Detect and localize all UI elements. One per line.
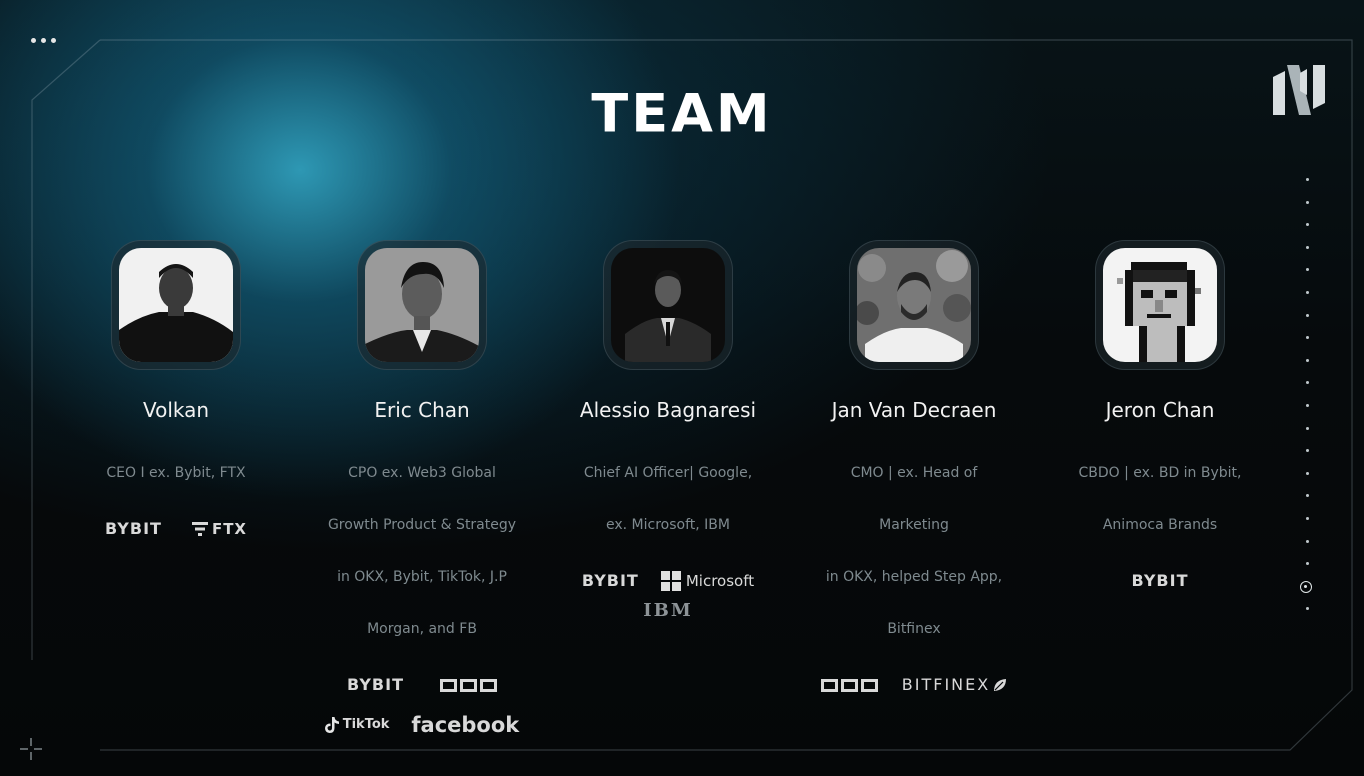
avatar-frame xyxy=(1095,240,1225,370)
avatar-frame xyxy=(357,240,487,370)
page-indicator-dot[interactable] xyxy=(1306,223,1309,227)
page-indicator-dot[interactable] xyxy=(1306,313,1309,317)
company-logos: IBM xyxy=(548,596,788,626)
crosshair-icon xyxy=(20,738,42,760)
page-indicator-dot[interactable] xyxy=(1306,607,1309,611)
member-role: CPO ex. Web3 Global Growth Product & Str… xyxy=(327,465,517,637)
team-member-card: Volkan CEO I ex. Bybit, FTX BYBIT FTX xyxy=(56,240,296,544)
page-indicator-dot[interactable] xyxy=(1306,562,1309,566)
page-indicator-dot[interactable] xyxy=(1306,245,1309,249)
bitfinex-logo: BITFINEX xyxy=(902,670,1007,700)
avatar xyxy=(611,248,725,362)
page-indicator-dot[interactable] xyxy=(1306,381,1309,385)
avatar xyxy=(857,248,971,362)
member-name: Jeron Chan xyxy=(1105,398,1215,422)
page-indicator-dot[interactable] xyxy=(1306,449,1309,453)
company-logos: BITFINEX xyxy=(794,670,1034,700)
bybit-logo: BYBIT xyxy=(1131,571,1189,590)
team-member-card: Jan Van Decraen CMO | ex. Head of Market… xyxy=(794,240,1034,700)
facebook-logo: facebook xyxy=(411,713,520,737)
avatar xyxy=(119,248,233,362)
page-indicator-dot[interactable] xyxy=(1306,358,1309,362)
okx-icon xyxy=(439,678,497,692)
okx-logo xyxy=(820,678,878,692)
page-indicator-dot[interactable] xyxy=(1306,404,1309,407)
avatar-frame xyxy=(603,240,733,370)
page-indicator-dot[interactable] xyxy=(1306,291,1309,294)
member-name: Jan Van Decraen xyxy=(831,398,997,422)
page-indicator-dot[interactable] xyxy=(1306,539,1309,543)
bybit-logo: BYBIT xyxy=(581,571,639,590)
tiktok-icon xyxy=(324,717,339,733)
company-logos: BYBIT Microsoft xyxy=(548,566,788,596)
ftx-icon xyxy=(191,522,208,536)
team-member-card: Eric Chan CPO ex. Web3 Global Growth Pro… xyxy=(302,240,542,740)
company-logos: BYBIT xyxy=(302,670,542,700)
tiktok-logo: TikTok xyxy=(324,710,389,740)
avatar xyxy=(1103,248,1217,362)
page-indicator-dot[interactable] xyxy=(1306,336,1309,340)
page-indicator[interactable] xyxy=(1298,170,1318,620)
team-slide: TEAM Volkan CEO I ex. Bybit, FTX BYBIT F… xyxy=(0,0,1364,776)
company-logos: BYBIT FTX xyxy=(56,514,296,544)
more-dots-icon[interactable] xyxy=(31,38,56,43)
page-indicator-active[interactable] xyxy=(1300,580,1312,593)
page-indicator-dot[interactable] xyxy=(1306,268,1309,272)
page-indicator-dot[interactable] xyxy=(1306,494,1309,498)
leaf-icon xyxy=(994,679,1007,691)
page-indicator-dot[interactable] xyxy=(1306,178,1309,181)
page-indicator-dot[interactable] xyxy=(1306,471,1309,475)
member-role: CBDO | ex. BD in Bybit, Animoca Brands xyxy=(1078,465,1242,533)
bybit-logo: BYBIT xyxy=(347,675,404,694)
company-logos: BYBIT xyxy=(1040,566,1280,596)
page-indicator-dot[interactable] xyxy=(1306,517,1309,520)
team-member-card: Jeron Chan CBDO | ex. BD in Bybit, Animo… xyxy=(1040,240,1280,596)
member-role: CEO I ex. Bybit, FTX xyxy=(106,465,246,481)
bybit-logo: BYBIT xyxy=(104,519,162,538)
avatar xyxy=(365,248,479,362)
okx-icon xyxy=(820,678,878,692)
page-title: TEAM xyxy=(591,82,773,145)
member-role: CMO | ex. Head of Marketing in OKX, help… xyxy=(825,465,1003,637)
member-name: Eric Chan xyxy=(374,398,470,422)
page-indicator-dot[interactable] xyxy=(1306,426,1309,430)
page-indicator-dot[interactable] xyxy=(1306,200,1309,204)
member-name: Alessio Bagnaresi xyxy=(579,398,757,422)
microsoft-logo: Microsoft xyxy=(660,566,754,596)
member-name: Volkan xyxy=(142,398,210,422)
microsoft-icon xyxy=(660,571,681,591)
avatar-frame xyxy=(849,240,979,370)
okx-logo xyxy=(439,678,497,692)
team-member-card: Alessio Bagnaresi Chief AI Officer| Goog… xyxy=(548,240,788,626)
company-logos: TikTok facebook xyxy=(302,710,542,740)
ibm-logo: IBM xyxy=(643,600,693,621)
member-role: Chief AI Officer| Google, ex. Microsoft,… xyxy=(583,465,753,533)
ftx-logo: FTX xyxy=(191,514,247,544)
avatar-frame xyxy=(111,240,241,370)
